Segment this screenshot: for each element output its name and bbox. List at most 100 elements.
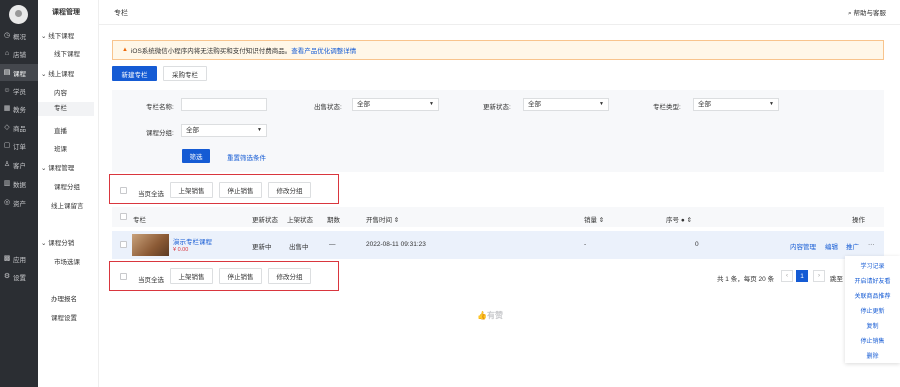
promote-link[interactable]: 推广 bbox=[846, 241, 859, 251]
notice-banner: ▲ iOS系统微信小程序内将无法购买和支付知识付费商品。 查看产品优化调整详情 bbox=[112, 40, 884, 60]
nav-label: 应用 bbox=[13, 256, 26, 264]
column-type-select[interactable]: 全部 ▼ bbox=[693, 98, 779, 111]
nav-order[interactable]: ▢ 订单 bbox=[0, 137, 38, 154]
nav-label: 概况 bbox=[13, 33, 26, 41]
update-status-value: 全部 bbox=[528, 101, 541, 108]
nav-settings[interactable]: ⚙ 设置 bbox=[0, 268, 38, 285]
row-checkbox[interactable] bbox=[120, 241, 127, 248]
nav-asset[interactable]: ◎ 资产 bbox=[0, 194, 38, 211]
help-label: 帮助与客服 bbox=[853, 10, 887, 17]
data-icon: ▥ bbox=[3, 180, 11, 187]
menu-item-stop-sale[interactable]: 停止销售 bbox=[845, 336, 900, 345]
notice-link[interactable]: 查看产品优化调整详情 bbox=[291, 45, 356, 55]
caret-down-icon: ▼ bbox=[257, 127, 262, 133]
nav-student[interactable]: ☺ 学员 bbox=[0, 82, 38, 99]
subnav-item-content[interactable]: 内容 bbox=[54, 87, 67, 97]
course-thumbnail bbox=[132, 234, 169, 256]
nav-apps[interactable]: ▩ 应用 bbox=[0, 250, 38, 267]
cell-issues: — bbox=[329, 241, 336, 248]
col-order[interactable]: 序号 ● ⇕ bbox=[666, 214, 692, 224]
subnav-item-market[interactable]: 市场选课 bbox=[54, 256, 80, 266]
pager-current-page[interactable]: 1 bbox=[796, 270, 808, 282]
brand-watermark-text: 有赞 bbox=[486, 311, 503, 320]
product-icon: ◇ bbox=[4, 124, 10, 131]
nav-label: 课程 bbox=[13, 70, 26, 78]
subnav-item-online-comment[interactable]: 线上课留言 bbox=[51, 200, 84, 210]
course-title-link[interactable]: 演示专栏课程 bbox=[173, 236, 212, 246]
pager-next-button[interactable]: › bbox=[813, 270, 825, 282]
pager-prev-button[interactable]: ‹ bbox=[781, 270, 793, 282]
topbar: 专栏 ⌕ 帮助与客服 bbox=[99, 0, 900, 25]
menu-item-delete[interactable]: 删除 bbox=[845, 351, 900, 360]
sale-status-select[interactable]: 全部 ▼ bbox=[352, 98, 439, 111]
store-icon: ⌂ bbox=[4, 50, 10, 57]
col-issues: 期数 bbox=[327, 217, 340, 224]
settings-icon: ⚙ bbox=[3, 273, 11, 280]
subnav-group-distribution[interactable]: ⌄ 课程分销 bbox=[41, 237, 74, 247]
menu-item-learning-record[interactable]: 学习记录 bbox=[845, 261, 900, 270]
reset-filter-link[interactable]: 重置筛选条件 bbox=[227, 152, 266, 162]
column-type-value: 全部 bbox=[698, 101, 711, 108]
sort-icon: ⇕ bbox=[686, 217, 693, 224]
subnav-title: 课程管理 bbox=[52, 9, 80, 16]
subnav-item-live[interactable]: 直播 bbox=[54, 125, 67, 135]
nav-label: 商品 bbox=[13, 125, 26, 133]
menu-item-related-products[interactable]: 关联商品推荐 bbox=[845, 291, 900, 300]
subnav-item-settings[interactable]: 课程设置 bbox=[51, 312, 77, 322]
nav-store[interactable]: ⌂ 店铺 bbox=[0, 45, 38, 62]
menu-item-copy[interactable]: 复制 bbox=[845, 321, 900, 330]
name-filter-input[interactable] bbox=[181, 98, 267, 111]
cell-order[interactable]: 0 bbox=[695, 241, 699, 248]
subnav-group-course-mgmt[interactable]: ⌄ 课程管理 bbox=[41, 162, 74, 172]
subnav-item-offline-course[interactable]: 线下课程 bbox=[54, 48, 80, 58]
update-status-select[interactable]: 全部 ▼ bbox=[523, 98, 609, 111]
table-header: 专栏 更新状态 上架状态 期数 开售时间 ⇕ 销量 ⇕ 序号 ● ⇕ 操作 bbox=[112, 207, 884, 227]
col-sales[interactable]: 销量 ⇕ bbox=[584, 214, 604, 224]
edit-link[interactable]: 编辑 bbox=[825, 241, 838, 251]
col-actions: 操作 bbox=[852, 217, 865, 224]
subnav-group-online[interactable]: ⌄ 线上课程 bbox=[41, 68, 74, 78]
customer-icon: ♙ bbox=[3, 161, 11, 168]
select-all-checkbox[interactable] bbox=[120, 213, 127, 220]
course-price: ¥ 0.00 bbox=[173, 247, 189, 253]
filter-button[interactable]: 筛选 bbox=[182, 149, 210, 163]
student-icon: ☺ bbox=[3, 87, 11, 94]
caret-down-icon: ▼ bbox=[599, 101, 604, 107]
sale-status-value: 全部 bbox=[357, 101, 370, 108]
group-filter-select[interactable]: 全部 ▼ bbox=[181, 124, 267, 137]
nav-product[interactable]: ◇ 商品 bbox=[0, 119, 38, 136]
nav-course[interactable]: ▤ 课程 bbox=[0, 64, 38, 81]
column-type-label: 专栏类型: bbox=[653, 104, 681, 111]
asset-icon: ◎ bbox=[3, 199, 11, 206]
breadcrumb: 专栏 bbox=[114, 10, 128, 17]
table-row: 演示专栏课程 ¥ 0.00 更新中 出售中 — 2022-08-11 09:31… bbox=[112, 231, 884, 259]
shop-logo[interactable] bbox=[9, 5, 28, 24]
col-sale-time[interactable]: 开售时间 ⇕ bbox=[366, 214, 399, 224]
nav-overview[interactable]: ◷ 概况 bbox=[0, 27, 38, 44]
nav-label: 店铺 bbox=[13, 51, 26, 59]
new-column-button[interactable]: 新建专栏 bbox=[112, 66, 157, 81]
nav-label: 学员 bbox=[13, 88, 26, 96]
nav-data[interactable]: ▥ 数据 bbox=[0, 175, 38, 192]
more-actions-icon[interactable]: ··· bbox=[868, 241, 875, 248]
nav-label: 资产 bbox=[13, 200, 26, 208]
col-update-status: 更新状态 bbox=[252, 217, 278, 224]
nav-customer[interactable]: ♙ 客户 bbox=[0, 156, 38, 173]
col-order-label: 序号 bbox=[666, 217, 679, 224]
cell-sale-time: 2022-08-11 09:31:23 bbox=[366, 241, 426, 248]
subnav-item-registration[interactable]: 办理报名 bbox=[51, 293, 77, 303]
nav-teaching[interactable]: ▦ 教务 bbox=[0, 100, 38, 117]
warning-icon: ▲ bbox=[122, 47, 128, 53]
help-link[interactable]: ⌕ 帮助与客服 bbox=[848, 7, 886, 18]
purchase-column-button[interactable]: 采购专栏 bbox=[163, 66, 207, 81]
pager-summary: 共 1 条，每页 20 条 bbox=[717, 276, 775, 283]
cell-update-status: 更新中 bbox=[252, 244, 272, 251]
secondary-nav: 课程管理 ⌄ 线下课程 线下课程 ⌄ 线上课程 内容 专栏 直播 班课 ⌄ 课程… bbox=[38, 0, 99, 387]
subnav-item-column[interactable]: 专栏 bbox=[38, 102, 94, 116]
menu-item-invite-friends[interactable]: 开启请好友看 bbox=[845, 276, 900, 285]
subnav-item-course-group[interactable]: 课程分组 bbox=[54, 181, 80, 191]
subnav-group-offline[interactable]: ⌄ 线下课程 bbox=[41, 30, 74, 40]
subnav-item-class[interactable]: 班课 bbox=[54, 143, 67, 153]
content-manage-link[interactable]: 内容管理 bbox=[790, 241, 816, 251]
menu-item-stop-update[interactable]: 停止更新 bbox=[845, 306, 900, 315]
